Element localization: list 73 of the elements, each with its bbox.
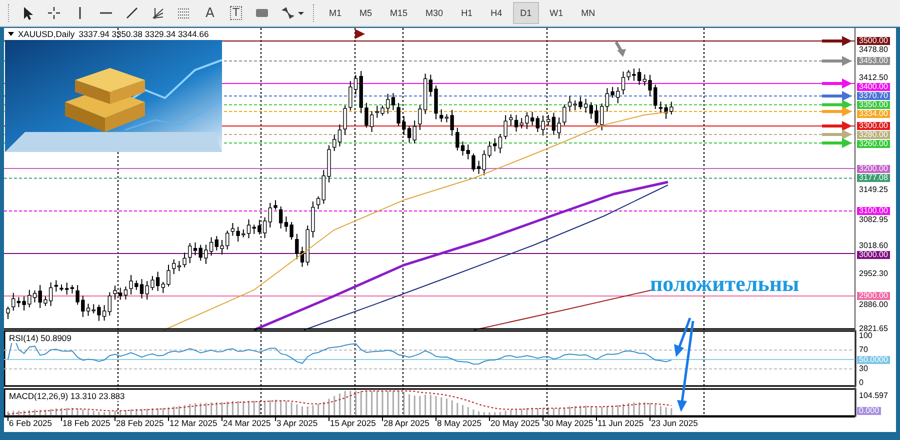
timeframe-tab[interactable]: H4 [484, 2, 510, 24]
rsi-tick-label: 30 [858, 364, 869, 373]
price-tick-label: 3018.60 [858, 242, 889, 250]
timeframe-tab[interactable]: M15 [383, 2, 415, 24]
macd-tick-label: 104.597 [858, 392, 889, 400]
price-level-label: 2900.00 [857, 292, 890, 300]
date-label: 24 Mar 2025 [223, 418, 271, 428]
quote-values: 3337.94 3350.38 3329.34 3344.66 [78, 29, 209, 39]
date-label: 30 May 2025 [544, 418, 594, 428]
price-level-label: 3334.00 [857, 110, 890, 118]
date-label: 11 Jun 2025 [598, 418, 644, 428]
candle [434, 85, 438, 120]
date-label: 28 Feb 2025 [116, 418, 164, 428]
candle [166, 264, 170, 288]
price-level-label: 3200.00 [857, 164, 890, 172]
date-label: 20 May 2025 [490, 418, 540, 428]
rsi-tick-label: 100 [858, 332, 872, 340]
caret-icon [298, 12, 304, 14]
text-tool[interactable]: A [199, 3, 221, 23]
collapse-icon[interactable] [8, 32, 14, 36]
level-label: 0.000 [857, 407, 882, 415]
price-tick-label: 2886.00 [858, 301, 889, 309]
price-tick-label: 2952.30 [858, 270, 889, 278]
price-tick-label: 3082.95 [858, 216, 889, 224]
date-label: 15 Apr 2025 [330, 418, 376, 428]
symbol-label: XAUUSD,Daily [18, 29, 75, 39]
date-label: 8 May 2025 [437, 418, 482, 428]
rsi-tick-label: 0 [858, 379, 864, 387]
rsi-tick-label: 70 [858, 346, 869, 354]
price-level-label: 3500.00 [857, 37, 890, 45]
marker-icon [355, 29, 365, 39]
level-label: 50.0000 [857, 356, 890, 364]
date-label: 12 Mar 2025 [170, 418, 218, 428]
timeframe-tab[interactable]: W1 [542, 2, 570, 24]
price-tick-label: 3412.50 [858, 74, 889, 82]
timeframe-tab[interactable]: H1 [454, 2, 480, 24]
timeframe-tab[interactable]: D1 [513, 2, 539, 24]
price-level-label: 3453.00 [857, 56, 890, 65]
price-level-label: 3000.00 [857, 250, 890, 259]
candle [220, 239, 224, 256]
candle [648, 74, 652, 97]
arrows-icon [280, 5, 296, 21]
price-level-label: 3400.00 [857, 83, 890, 92]
annotation-text: положительны [650, 271, 800, 297]
macd-label: MACD(12,26,9) 13.310 23.883 [8, 391, 126, 401]
price-level-label: 3100.00 [857, 207, 890, 215]
candle [60, 284, 64, 292]
timeframe-tab[interactable]: M30 [418, 2, 450, 24]
price-level-label: 3370.70 [857, 92, 890, 100]
price-level-label: 3300.00 [857, 122, 890, 130]
timeframe-tab[interactable]: MN [574, 2, 602, 24]
date-label: 6 Feb 2025 [9, 418, 52, 428]
date-label: 18 Feb 2025 [62, 418, 110, 428]
price-level-label: 3260.00 [857, 140, 890, 148]
price-level-label: 3280.00 [857, 131, 890, 139]
price-tick-label: 3149.25 [858, 186, 889, 194]
price-level-label: 3350.00 [857, 101, 890, 110]
down-arrow-icon [614, 41, 626, 57]
price-tick-label: 3478.80 [858, 46, 889, 54]
price-tick-label: 2821.65 [858, 325, 889, 334]
label-tool[interactable]: T [225, 3, 247, 23]
price-level-label: 3177.08 [857, 174, 890, 182]
date-label: 3 Apr 2025 [276, 418, 318, 428]
candle [488, 140, 492, 158]
candle [594, 104, 598, 126]
date-label: 28 Apr 2025 [384, 418, 430, 428]
candle [670, 101, 674, 115]
rsi-label: RSI(14) 50.8909 [8, 333, 72, 343]
date-label: 23 Jun 2025 [651, 418, 698, 428]
timeframe-tab[interactable]: M5 [352, 2, 380, 24]
candle [274, 200, 278, 210]
candle [327, 144, 331, 183]
timeframe-tab[interactable]: M1 [322, 2, 349, 24]
